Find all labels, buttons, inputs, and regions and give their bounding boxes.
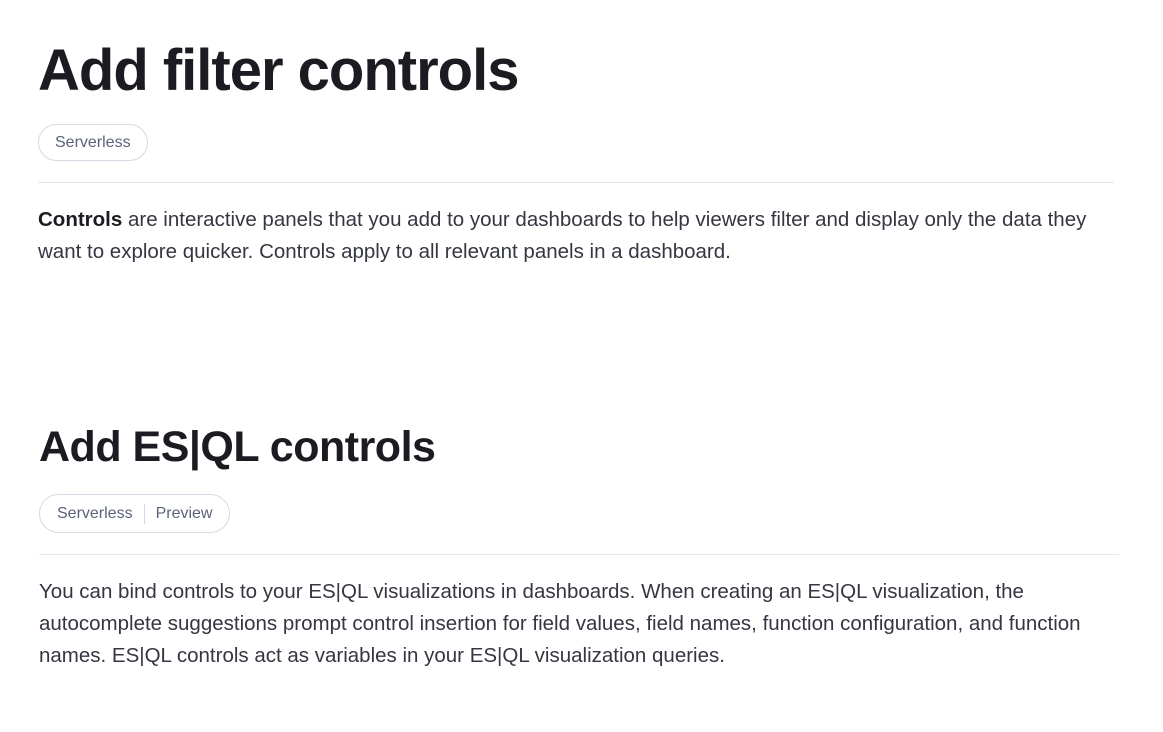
filter-controls-heading: Add filter controls (38, 38, 519, 103)
availability-badge-group: Serverless (38, 124, 148, 161)
section-divider (39, 554, 1119, 555)
filter-controls-description-text: are interactive panels that you add to y… (38, 208, 1087, 263)
section-divider (38, 182, 1114, 183)
badge-separator (143, 503, 145, 524)
filter-controls-description: Controls are interactive panels that you… (38, 204, 1114, 268)
serverless-badge: Serverless (57, 504, 133, 522)
controls-term: Controls (38, 208, 123, 231)
availability-badge-group: Serverless Preview (39, 494, 231, 533)
esql-controls-description: You can bind controls to your ES|QL visu… (39, 580, 1081, 667)
esql-controls-heading: Add ES|QL controls (39, 423, 436, 471)
filter-controls-section: Add filter controls Serverless Controls … (38, 36, 1114, 268)
esql-controls-section: Add ES|QL controls Serverless Preview Yo… (39, 418, 1119, 672)
serverless-badge: Serverless (55, 133, 131, 151)
preview-badge: Preview (155, 504, 213, 522)
